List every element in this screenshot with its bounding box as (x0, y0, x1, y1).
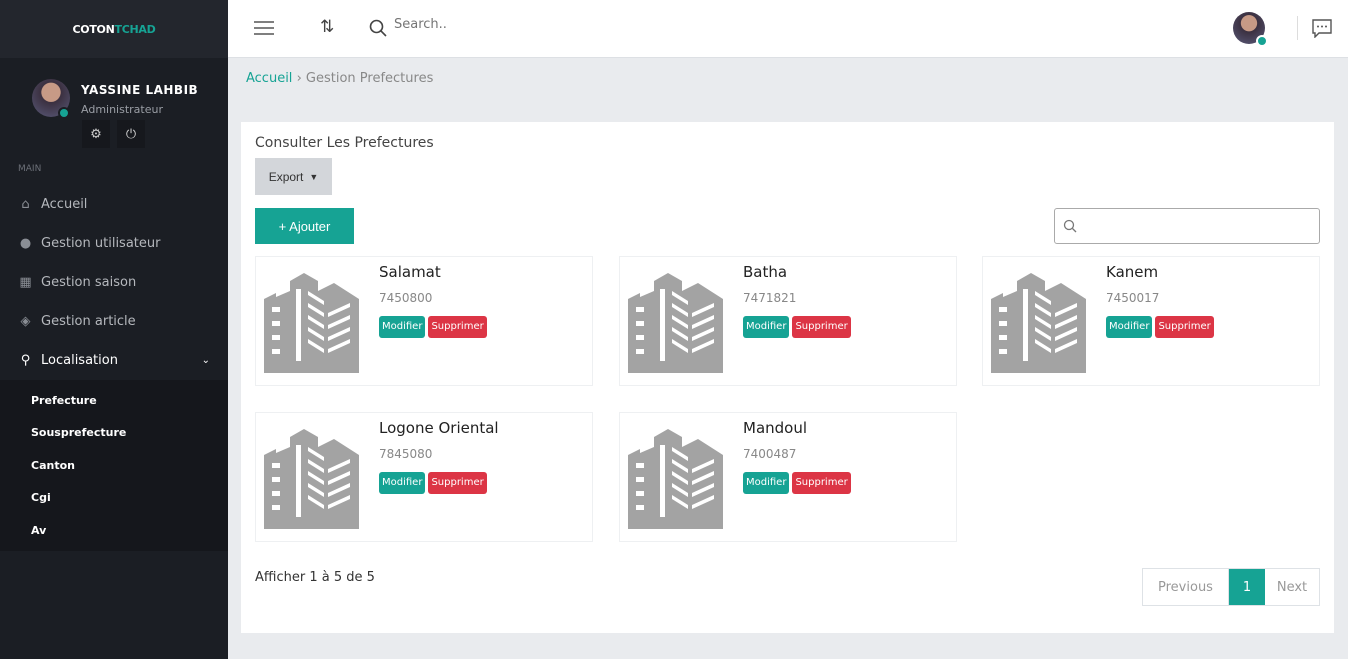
prefecture-name: Logone Oriental (379, 419, 499, 437)
logout-button[interactable]: ⏻ (117, 120, 145, 148)
caret-down-icon: ▼ (309, 171, 319, 182)
prefecture-name: Batha (743, 263, 788, 281)
divider (1297, 16, 1298, 40)
sidebar-item-accueil[interactable]: ⌂ Accueil (0, 185, 228, 224)
prefecture-card: Logone Oriental 7845080 Modifier Supprimer (255, 412, 593, 542)
sidebar-item-localisation[interactable]: ⚲ Localisation ⌄ (0, 341, 228, 380)
add-button[interactable]: + Ajouter (255, 208, 354, 244)
edit-button[interactable]: Modifier (379, 316, 426, 338)
prefectures-panel: Consulter Les Prefectures Export ▼ + Ajou… (241, 122, 1334, 633)
delete-button[interactable]: Supprimer (792, 316, 851, 338)
building-icon (991, 273, 1086, 373)
delete-button[interactable]: Supprimer (792, 472, 851, 494)
sidebar: COTON TCHAD YASSINE LAHBIB Administrateur… (0, 0, 228, 659)
chevron-down-icon: ⌄ (201, 355, 210, 366)
sidebar-subitem-canton[interactable]: Canton (0, 449, 228, 482)
sidebar-item-saison[interactable]: ▦ Gestion saison (0, 263, 228, 302)
sync-icon[interactable]: ⇅ (320, 17, 334, 37)
settings-button[interactable]: ⚙ (82, 120, 110, 148)
prefecture-card: Kanem 7450017 Modifier Supprimer (982, 256, 1320, 386)
page-1-button[interactable]: 1 (1229, 569, 1265, 605)
building-icon (264, 273, 359, 373)
sidebar-item-users[interactable]: ● Gestion utilisateur (0, 224, 228, 263)
pagination: Previous 1 Next (1142, 568, 1320, 606)
prefecture-code: 7845080 (379, 447, 433, 461)
panel-title: Consulter Les Prefectures (255, 135, 434, 151)
search-icon (369, 19, 387, 37)
section-label: MAIN (18, 164, 42, 174)
map-pin-icon: ⚲ (20, 353, 31, 368)
chat-icon[interactable] (1312, 19, 1332, 38)
power-icon: ⏻ (125, 126, 137, 142)
user-name: YASSINE LAHBIB (81, 83, 199, 97)
breadcrumb: Accueil › Gestion Prefectures (246, 71, 434, 86)
pagination-info: Afficher 1 à 5 de 5 (255, 570, 375, 585)
search-input[interactable] (394, 17, 594, 32)
topbar: ⇅ (228, 0, 1348, 58)
prefecture-name: Kanem (1106, 263, 1159, 281)
edit-button[interactable]: Modifier (743, 472, 790, 494)
previous-button[interactable]: Previous (1143, 569, 1229, 605)
prefecture-code: 7450800 (379, 291, 433, 305)
sidebar-subitem-prefecture[interactable]: Prefecture (0, 384, 228, 417)
building-icon (264, 429, 359, 529)
gear-icon: ⚙ (90, 126, 102, 142)
logo[interactable]: COTON TCHAD (0, 0, 228, 58)
edit-button[interactable]: Modifier (743, 316, 790, 338)
search-icon (1063, 219, 1077, 233)
home-icon: ⌂ (21, 197, 30, 212)
box-icon: ◈ (20, 314, 31, 329)
hamburger-menu-icon[interactable] (254, 20, 274, 36)
sidebar-subitem-cgi[interactable]: Cgi (0, 482, 228, 515)
edit-button[interactable]: Modifier (1106, 316, 1153, 338)
sidebar-subitem-av[interactable]: Av (0, 514, 228, 547)
delete-button[interactable]: Supprimer (1155, 316, 1214, 338)
prefecture-code: 7471821 (743, 291, 797, 305)
online-status-dot (1256, 35, 1268, 47)
delete-button[interactable]: Supprimer (428, 472, 487, 494)
prefecture-name: Salamat (379, 263, 441, 281)
prefecture-card: Salamat 7450800 Modifier Supprimer (255, 256, 593, 386)
building-icon (628, 273, 723, 373)
export-dropdown[interactable]: Export ▼ (255, 158, 332, 195)
delete-button[interactable]: Supprimer (428, 316, 487, 338)
online-status-dot (58, 107, 70, 119)
filter-search-input[interactable] (1054, 208, 1320, 244)
season-icon: ▦ (19, 275, 32, 290)
prefecture-code: 7450017 (1106, 291, 1160, 305)
building-icon (628, 429, 723, 529)
breadcrumb-home[interactable]: Accueil (246, 71, 292, 86)
prefecture-card: Batha 7471821 Modifier Supprimer (619, 256, 957, 386)
edit-button[interactable]: Modifier (379, 472, 426, 494)
sidebar-item-article[interactable]: ◈ Gestion article (0, 302, 228, 341)
prefecture-code: 7400487 (743, 447, 797, 461)
next-button[interactable]: Next (1265, 569, 1319, 605)
prefecture-card: Mandoul 7400487 Modifier Supprimer (619, 412, 957, 542)
user-icon: ● (19, 236, 32, 251)
prefecture-name: Mandoul (743, 419, 808, 437)
breadcrumb-current: Gestion Prefectures (305, 71, 434, 86)
sidebar-subitem-sousprefecture[interactable]: Sousprefecture (0, 417, 228, 450)
user-role: Administrateur (81, 103, 163, 116)
